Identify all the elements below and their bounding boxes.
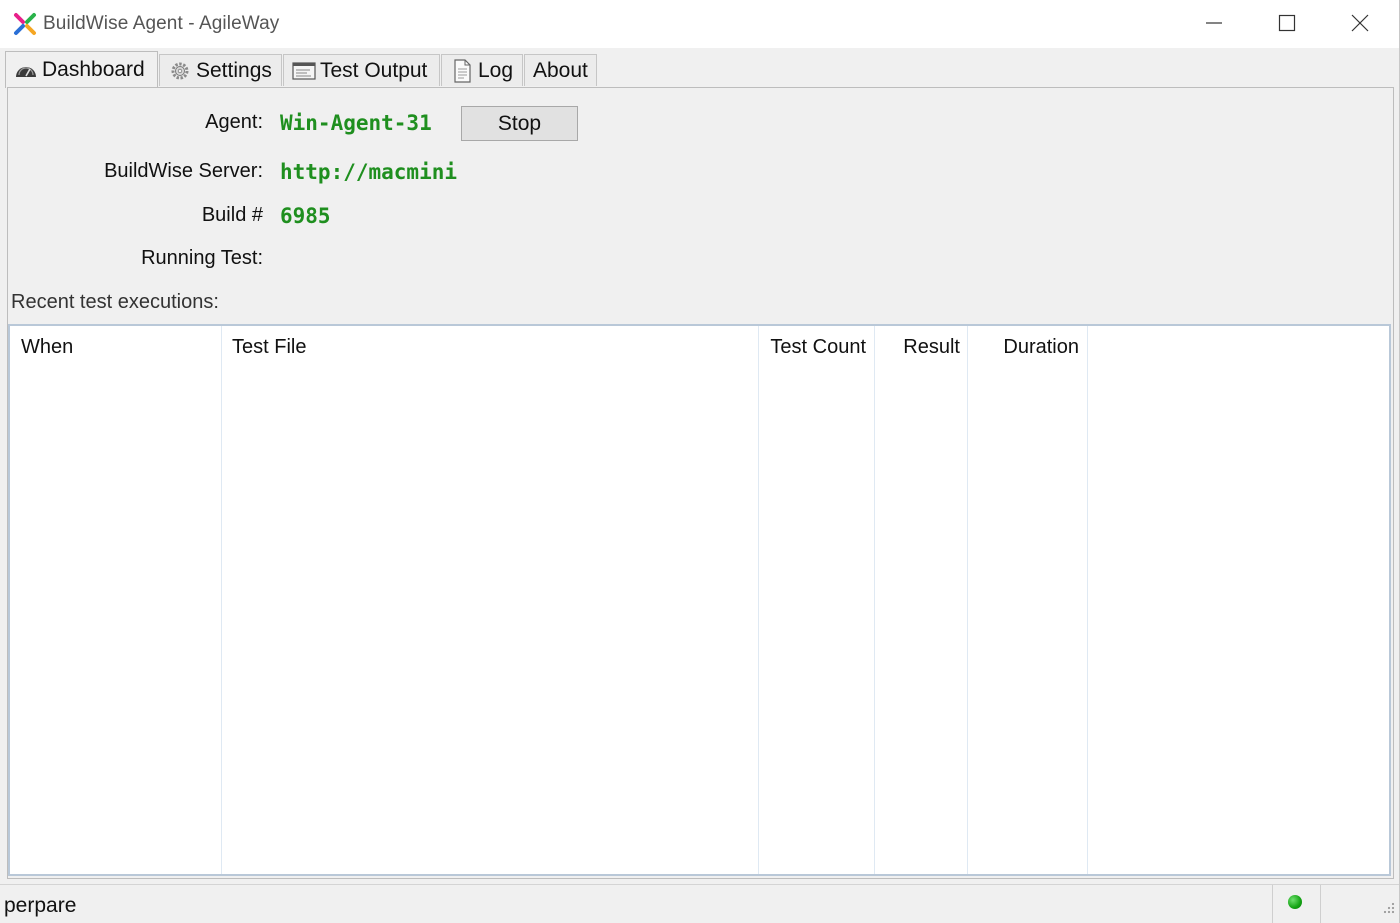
agent-label: Agent: xyxy=(205,111,263,133)
column-duration: Duration xyxy=(968,326,1088,874)
title-bar[interactable]: BuildWise Agent - AgileWay xyxy=(0,0,1399,48)
tab-label: About xyxy=(533,58,588,82)
maximize-icon xyxy=(1278,14,1296,32)
status-text: perpare xyxy=(4,894,77,917)
agent-value: Win-Agent-31 xyxy=(280,111,432,135)
tab-label: Log xyxy=(478,58,514,82)
column-test-count: Test Count xyxy=(759,326,875,874)
server-value: http://macmini xyxy=(280,160,458,184)
minimize-icon xyxy=(1206,22,1222,24)
recent-executions-table[interactable]: When Test File Test Count Result Duratio… xyxy=(8,324,1391,876)
column-header-duration[interactable]: Duration xyxy=(1003,336,1079,359)
dashboard-gauge-icon xyxy=(14,58,38,82)
resize-grip-icon[interactable] xyxy=(1380,900,1396,916)
tab-label: Settings xyxy=(196,58,272,82)
tab-strip: Dashboard Settings Test Output Log About xyxy=(0,48,1399,88)
build-value: 6985 xyxy=(280,204,331,228)
tab-test-output[interactable]: Test Output xyxy=(283,54,440,86)
buildwise-logo-icon xyxy=(14,13,36,35)
column-header-test-count[interactable]: Test Count xyxy=(770,336,866,359)
minimize-button[interactable] xyxy=(1178,0,1250,46)
tab-settings[interactable]: Settings xyxy=(159,54,282,86)
window-title: BuildWise Agent - AgileWay xyxy=(43,13,280,34)
status-divider xyxy=(1272,885,1273,923)
column-test-file: Test File xyxy=(222,326,759,874)
maximize-button[interactable] xyxy=(1251,0,1323,46)
running-test-label: Running Test: xyxy=(141,247,263,269)
server-label: BuildWise Server: xyxy=(104,160,263,182)
stop-button[interactable]: Stop xyxy=(461,106,578,141)
status-divider xyxy=(1320,885,1321,923)
tab-label: Dashboard xyxy=(42,58,145,81)
document-icon xyxy=(450,58,474,83)
column-when: When xyxy=(10,326,222,874)
column-header-result[interactable]: Result xyxy=(903,336,960,359)
tab-label: Test Output xyxy=(320,58,428,82)
build-label: Build # xyxy=(201,204,263,226)
column-result: Result xyxy=(875,326,968,874)
terminal-window-icon xyxy=(292,59,316,83)
status-bar: perpare xyxy=(0,884,1399,923)
app-window: BuildWise Agent - AgileWay Dashboard Set… xyxy=(0,0,1400,923)
close-button[interactable] xyxy=(1324,0,1396,46)
close-icon xyxy=(1351,14,1369,32)
tab-dashboard[interactable]: Dashboard xyxy=(5,51,158,88)
gear-icon xyxy=(168,59,192,83)
recent-executions-label: Recent test executions: xyxy=(11,291,219,313)
status-indicator-icon xyxy=(1288,895,1302,909)
tab-log[interactable]: Log xyxy=(441,54,523,86)
column-header-when[interactable]: When xyxy=(21,336,73,359)
column-header-test-file[interactable]: Test File xyxy=(232,336,306,359)
tab-about[interactable]: About xyxy=(524,54,597,86)
